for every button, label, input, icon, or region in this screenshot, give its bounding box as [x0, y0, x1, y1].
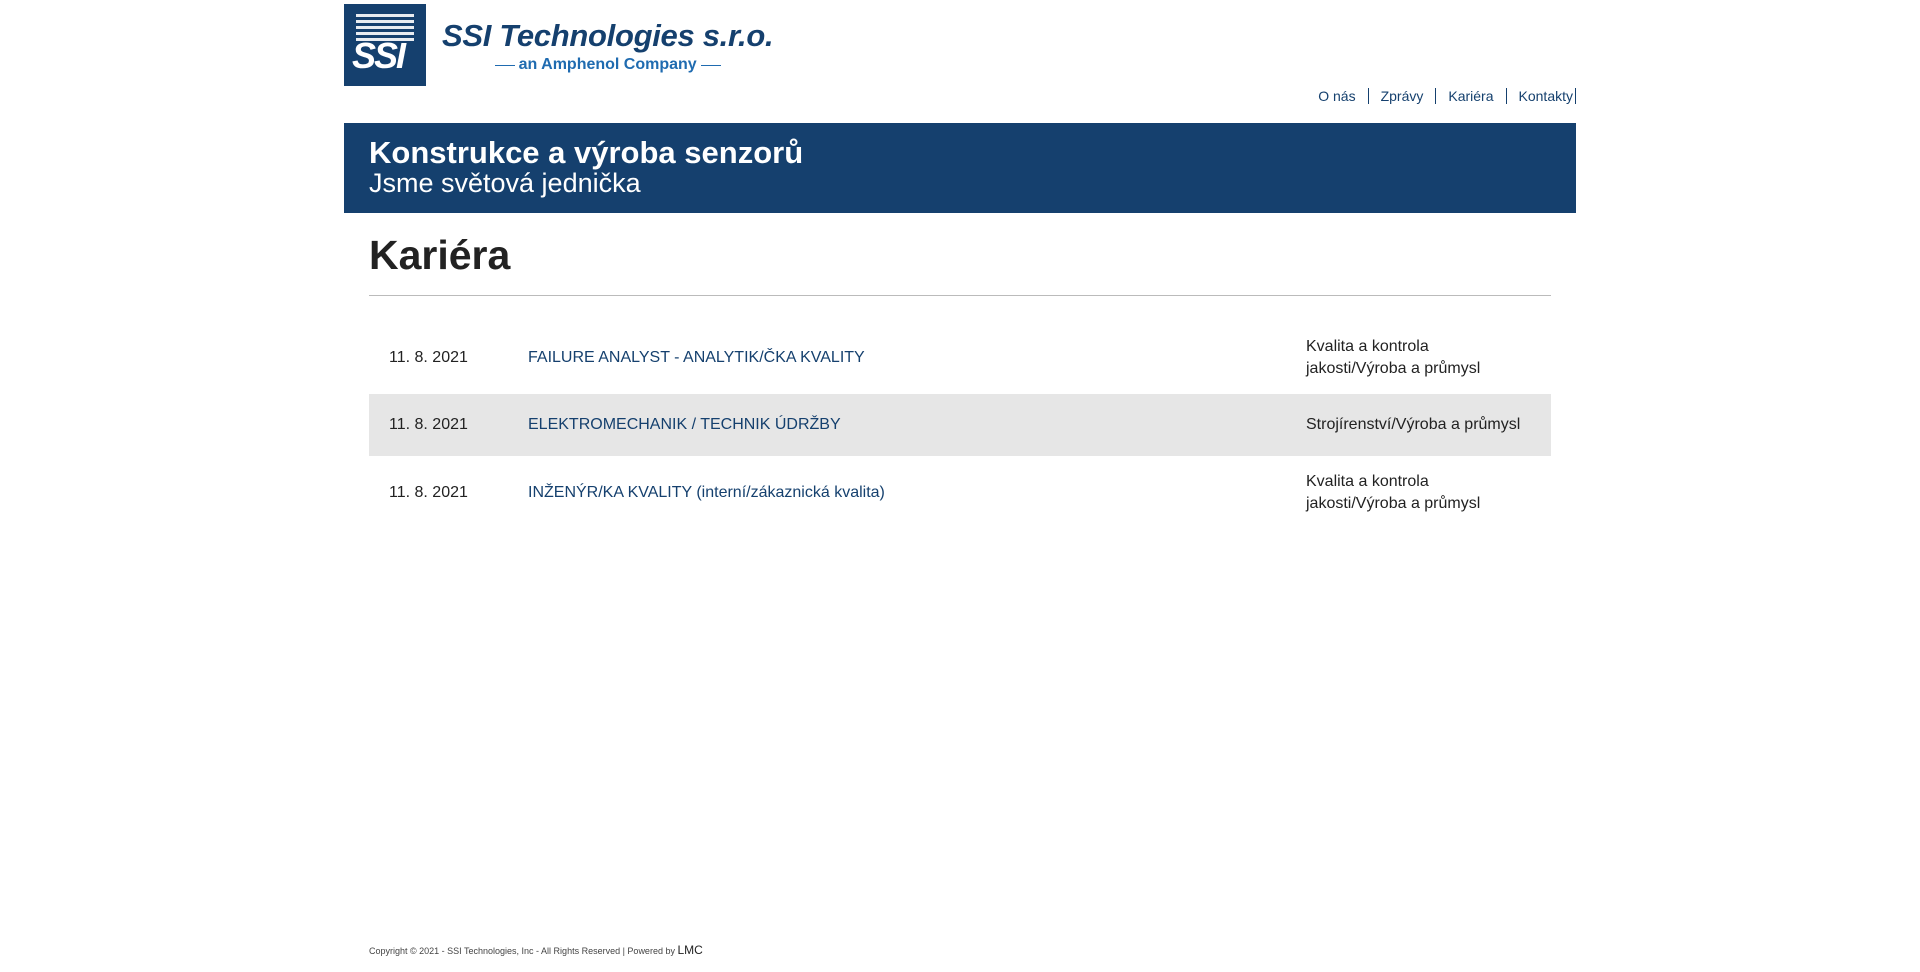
page: SSI SSI Technologies s.r.o. an Amphenol … — [0, 0, 1920, 972]
job-title-link[interactable]: FAILURE ANALYST - ANALYTIK/ČKA KVALITY — [528, 349, 865, 366]
job-title-cell: FAILURE ANALYST - ANALYTIK/ČKA KVALITY — [528, 321, 1306, 394]
main-content: Kariéra 11. 8. 2021 FAILURE ANALYST - AN… — [344, 213, 1576, 529]
job-row: 11. 8. 2021 INŽENÝR/KA KVALITY (interní/… — [369, 456, 1551, 529]
job-title-link[interactable]: ELEKTROMECHANIK / TECHNIK ÚDRŽBY — [528, 416, 841, 433]
site-header: SSI SSI Technologies s.r.o. an Amphenol … — [344, 0, 1576, 123]
job-title-cell: INŽENÝR/KA KVALITY (interní/zákaznická k… — [528, 456, 1306, 529]
job-title-cell: ELEKTROMECHANIK / TECHNIK ÚDRŽBY — [528, 394, 1306, 456]
banner-subtitle: Jsme světová jednička — [369, 168, 641, 198]
nav-item-kontakty[interactable]: Kontakty — [1507, 88, 1576, 104]
footer-copyright: Copyright © 2021 - SSI Technologies, Inc… — [369, 946, 678, 956]
nav-item-o-nas[interactable]: O nás — [1306, 88, 1369, 104]
top-navigation: O nás Zprávy Kariéra Kontakty — [1306, 88, 1576, 104]
job-date: 11. 8. 2021 — [389, 483, 468, 501]
job-category: Kvalita a kontrola jakosti/Výroba a prům… — [1306, 337, 1481, 377]
hero-banner: Konstrukce a výroba senzorů Jsme světová… — [344, 123, 1576, 213]
logo-stripe — [356, 20, 414, 23]
job-row: 11. 8. 2021 ELEKTROMECHANIK / TECHNIK ÚD… — [369, 394, 1551, 456]
banner-title: Konstrukce a výroba senzorů — [369, 135, 804, 170]
logo-stripe — [356, 26, 414, 29]
job-list: 11. 8. 2021 FAILURE ANALYST - ANALYTIK/Č… — [369, 321, 1551, 529]
tagline-dash — [494, 64, 515, 66]
nav-item-zpravy[interactable]: Zprávy — [1369, 88, 1437, 104]
logo-mark: SSI — [344, 4, 426, 86]
company-tagline-row: an Amphenol Company — [491, 56, 725, 74]
logo-link[interactable]: SSI SSI Technologies s.r.o. an Amphenol … — [344, 4, 774, 86]
nav-item-kariera[interactable]: Kariéra — [1436, 88, 1507, 104]
job-row: 11. 8. 2021 FAILURE ANALYST - ANALYTIK/Č… — [369, 321, 1551, 394]
company-tagline: an Amphenol Company — [518, 56, 697, 73]
site-container: SSI SSI Technologies s.r.o. an Amphenol … — [344, 0, 1576, 972]
logo-stripe — [356, 14, 414, 17]
site-footer: Copyright © 2021 - SSI Technologies, Inc… — [369, 943, 703, 957]
job-date: 11. 8. 2021 — [389, 348, 468, 366]
job-category: Kvalita a kontrola jakosti/Výroba a prům… — [1306, 472, 1481, 512]
company-name: SSI Technologies s.r.o. — [442, 18, 774, 53]
logo-text: SSI Technologies s.r.o. an Amphenol Comp… — [442, 4, 774, 74]
job-date: 11. 8. 2021 — [389, 416, 468, 433]
logo-mark-text: SSI — [352, 35, 406, 76]
page-title: Kariéra — [369, 213, 1551, 296]
footer-powered-by-link[interactable]: LMC — [677, 943, 702, 957]
tagline-dash — [700, 64, 721, 66]
job-title-link[interactable]: INŽENÝR/KA KVALITY (interní/zákaznická k… — [528, 484, 885, 501]
job-category: Strojírenství/Výroba a průmysl — [1306, 416, 1521, 433]
